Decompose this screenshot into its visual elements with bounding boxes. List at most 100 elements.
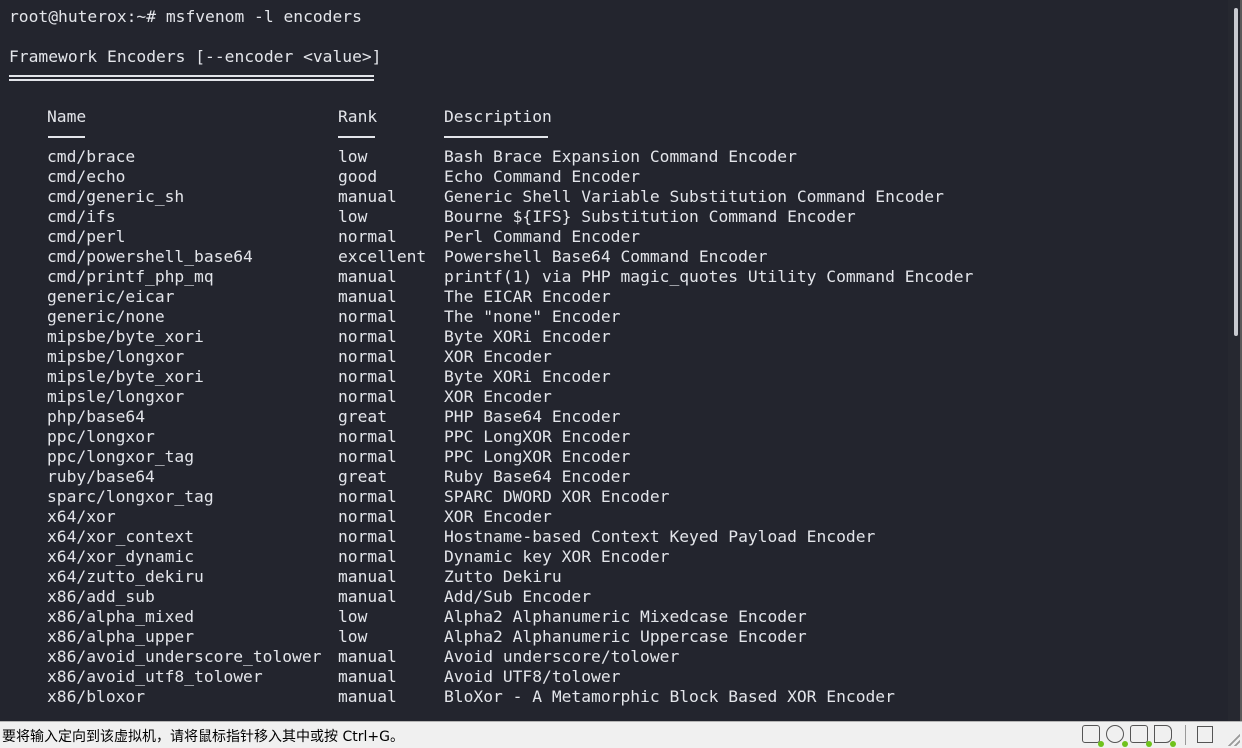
row-description: Powershell Base64 Command Encoder bbox=[444, 247, 768, 266]
row-name: x64/xor_dynamic bbox=[47, 547, 195, 566]
row-rank: normal bbox=[338, 507, 397, 526]
row-rank: manual bbox=[338, 667, 397, 686]
row-name: cmd/generic_sh bbox=[47, 187, 185, 206]
row-rank: great bbox=[338, 467, 388, 486]
row-name: mipsbe/byte_xori bbox=[47, 327, 204, 346]
row-description: XOR Encoder bbox=[444, 387, 552, 406]
divider bbox=[1185, 725, 1186, 745]
scrollbar-thumb[interactable] bbox=[1234, 8, 1238, 336]
row-rank: normal bbox=[338, 387, 397, 406]
row-name: cmd/ifs bbox=[47, 207, 116, 226]
row-name: cmd/perl bbox=[47, 227, 126, 246]
row-description: SPARC DWORD XOR Encoder bbox=[444, 487, 670, 506]
row-name: ppc/longxor_tag bbox=[47, 447, 195, 466]
row-name: generic/eicar bbox=[47, 287, 175, 306]
row-rank: manual bbox=[338, 567, 397, 586]
row-description: Generic Shell Variable Substitution Comm… bbox=[444, 187, 944, 206]
cd-icon[interactable] bbox=[1106, 725, 1128, 747]
row-rank: great bbox=[338, 407, 388, 426]
row-description: BloXor - A Metamorphic Block Based XOR E… bbox=[444, 687, 895, 706]
row-name: mipsle/byte_xori bbox=[47, 367, 204, 386]
sound-icon[interactable] bbox=[1154, 725, 1176, 747]
row-name: cmd/echo bbox=[47, 167, 126, 186]
row-name: x64/xor bbox=[47, 507, 116, 526]
network-icon[interactable] bbox=[1130, 725, 1152, 747]
row-name: generic/none bbox=[47, 307, 165, 326]
row-name: cmd/powershell_base64 bbox=[47, 247, 253, 266]
row-name: x86/add_sub bbox=[47, 587, 155, 606]
row-description: Bourne ${IFS} Substitution Command Encod… bbox=[444, 207, 856, 226]
row-description: Bash Brace Expansion Command Encoder bbox=[444, 147, 797, 166]
header-name: Name bbox=[47, 107, 87, 126]
row-name: cmd/brace bbox=[47, 147, 136, 166]
row-rank: normal bbox=[338, 327, 397, 346]
row-description: Byte XORi Encoder bbox=[444, 367, 611, 386]
resize-grip-icon[interactable] bbox=[1228, 734, 1240, 746]
command-prompt: root@huterox:~# msfvenom -l encoders bbox=[9, 7, 362, 26]
row-name: mipsle/longxor bbox=[47, 387, 185, 406]
row-rank: manual bbox=[338, 267, 397, 286]
row-rank: low bbox=[338, 207, 368, 226]
row-rank: low bbox=[338, 147, 368, 166]
row-name: ruby/base64 bbox=[47, 467, 155, 486]
row-rank: normal bbox=[338, 347, 397, 366]
row-description: PHP Base64 Encoder bbox=[444, 407, 621, 426]
row-rank: manual bbox=[338, 687, 397, 706]
row-description: Ruby Base64 Encoder bbox=[444, 467, 631, 486]
row-rank: normal bbox=[338, 367, 397, 386]
row-description: Dynamic key XOR Encoder bbox=[444, 547, 670, 566]
row-name: x64/zutto_dekiru bbox=[47, 567, 204, 586]
row-rank: good bbox=[338, 167, 378, 186]
row-name: sparc/longxor_tag bbox=[47, 487, 214, 506]
row-description: Avoid UTF8/tolower bbox=[444, 667, 621, 686]
header-underline bbox=[48, 136, 85, 138]
row-name: x86/alpha_upper bbox=[47, 627, 195, 646]
row-description: printf(1) via PHP magic_quotes Utility C… bbox=[444, 267, 974, 286]
header-rank: Rank bbox=[338, 107, 378, 126]
row-rank: manual bbox=[338, 187, 397, 206]
row-description: Alpha2 Alphanumeric Uppercase Encoder bbox=[444, 627, 807, 646]
row-description: PPC LongXOR Encoder bbox=[444, 447, 631, 466]
title-underline bbox=[9, 75, 374, 81]
row-name: x86/avoid_underscore_tolower bbox=[47, 647, 322, 666]
row-rank: excellent bbox=[338, 247, 427, 266]
row-name: mipsbe/longxor bbox=[47, 347, 185, 366]
row-rank: normal bbox=[338, 447, 397, 466]
row-name: x86/avoid_utf8_tolower bbox=[47, 667, 263, 686]
row-name: php/base64 bbox=[47, 407, 146, 426]
row-rank: normal bbox=[338, 307, 397, 326]
header-description: Description bbox=[444, 107, 552, 126]
row-rank: manual bbox=[338, 287, 397, 306]
row-rank: normal bbox=[338, 547, 397, 566]
header-underline bbox=[444, 136, 548, 138]
row-description: XOR Encoder bbox=[444, 347, 552, 366]
row-rank: low bbox=[338, 627, 368, 646]
row-description: Avoid underscore/tolower bbox=[444, 647, 680, 666]
row-description: Zutto Dekiru bbox=[444, 567, 562, 586]
row-rank: normal bbox=[338, 527, 397, 546]
row-description: Alpha2 Alphanumeric Mixedcase Encoder bbox=[444, 607, 807, 626]
status-message: 要将输入定向到该虚拟机，请将鼠标指针移入其中或按 Ctrl+G。 bbox=[2, 729, 404, 745]
row-description: The "none" Encoder bbox=[444, 307, 621, 326]
row-name: cmd/printf_php_mq bbox=[47, 267, 214, 286]
row-name: x64/xor_context bbox=[47, 527, 195, 546]
hard-disk-icon[interactable] bbox=[1082, 725, 1104, 747]
row-description: Add/Sub Encoder bbox=[444, 587, 592, 606]
status-bar: 要将输入定向到该虚拟机，请将鼠标指针移入其中或按 Ctrl+G。 bbox=[0, 721, 1242, 748]
row-rank: manual bbox=[338, 587, 397, 606]
row-description: Hostname-based Context Keyed Payload Enc… bbox=[444, 527, 876, 546]
row-name: x86/alpha_mixed bbox=[47, 607, 195, 626]
row-description: PPC LongXOR Encoder bbox=[444, 427, 631, 446]
section-title: Framework Encoders [--encoder <value>] bbox=[9, 47, 382, 66]
row-rank: manual bbox=[338, 647, 397, 666]
terminal-output[interactable]: root@huterox:~# msfvenom -l encoders Fra… bbox=[0, 0, 1228, 721]
row-name: x86/bloxor bbox=[47, 687, 146, 706]
row-description: XOR Encoder bbox=[444, 507, 552, 526]
row-rank: normal bbox=[338, 227, 397, 246]
row-description: The EICAR Encoder bbox=[444, 287, 611, 306]
key-icon[interactable] bbox=[1197, 726, 1213, 743]
row-description: Echo Command Encoder bbox=[444, 167, 641, 186]
row-description: Perl Command Encoder bbox=[444, 227, 641, 246]
header-underline bbox=[338, 136, 375, 138]
row-rank: low bbox=[338, 607, 368, 626]
